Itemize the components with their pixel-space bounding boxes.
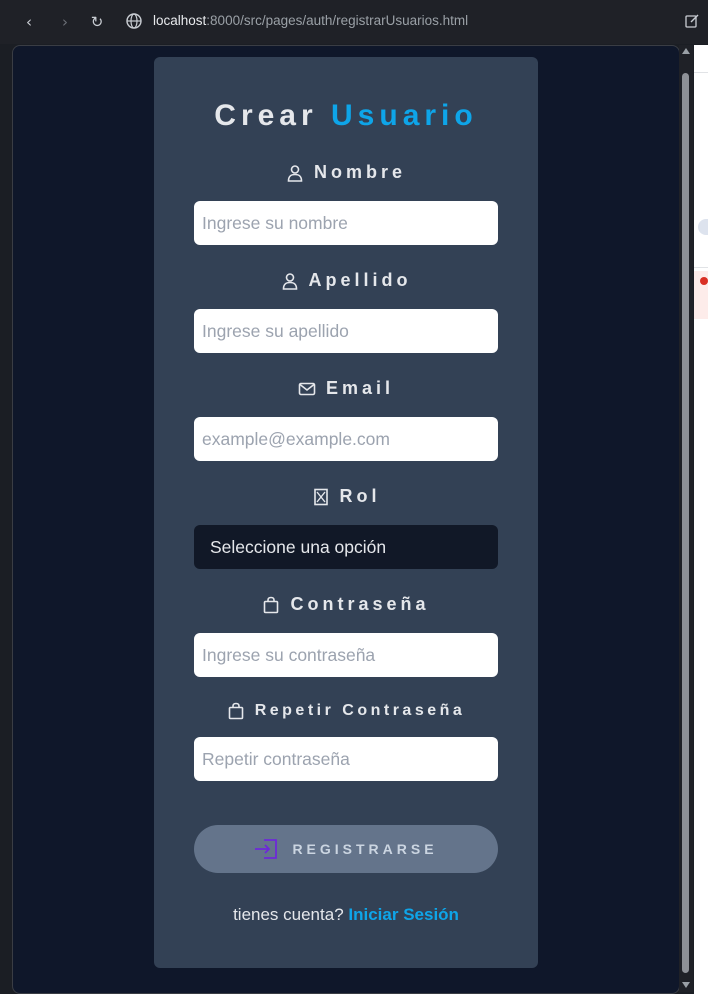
scroll-thumb[interactable] [682, 73, 689, 973]
register-button[interactable]: REGISTRARSE [194, 825, 498, 873]
envelope-icon [298, 382, 316, 395]
apellido-label: Apellido [308, 270, 412, 290]
password-repeat-label-row: Repetir Contraseña [154, 702, 538, 720]
password-repeat-label: Repetir Contraseña [254, 702, 466, 719]
rol-label-row: Rol [154, 486, 538, 507]
password-label: Contraseña [290, 594, 430, 614]
login-link[interactable]: Iniciar Sesión [348, 905, 459, 924]
globe-icon [126, 13, 142, 29]
back-icon[interactable]: ‹ [18, 11, 40, 33]
browser-toolbar: ‹ › ↻ localhost:8000/src/pages/auth/regi… [0, 0, 708, 44]
login-prompt-text: tienes cuenta? [233, 905, 344, 924]
nombre-input[interactable] [194, 201, 498, 245]
devtools-panel [694, 45, 708, 994]
nombre-label: Nombre [313, 162, 406, 182]
address-bar[interactable]: localhost:8000/src/pages/auth/registrarU… [153, 13, 468, 28]
rol-select[interactable]: Seleccione una opción [194, 525, 498, 569]
page-title: Crear Usuario [154, 99, 538, 133]
rol-label: Rol [339, 486, 381, 506]
email-label-row: Email [154, 378, 538, 399]
user-icon [282, 272, 297, 290]
apellido-input[interactable] [194, 309, 498, 353]
login-prompt: tienes cuenta? Iniciar Sesión [154, 905, 538, 925]
url-path: :8000/src/pages/auth/registrarUsuarios.h… [206, 13, 469, 28]
badge-icon [313, 488, 328, 505]
password-input[interactable] [194, 633, 498, 677]
email-input[interactable] [194, 417, 498, 461]
devtools-divider [694, 267, 708, 268]
devtools-divider [694, 72, 708, 73]
scroll-up-arrow[interactable] [682, 48, 690, 54]
bag-icon [228, 702, 244, 720]
email-label: Email [325, 378, 395, 398]
register-card: Crear Usuario Nombre Apellido [154, 57, 538, 968]
reload-icon[interactable]: ↻ [86, 11, 108, 33]
devtools-toggle-icon[interactable] [698, 219, 708, 235]
password-repeat-input[interactable] [194, 737, 498, 781]
password-label-row: Contraseña [154, 594, 538, 615]
title-main: Crear [214, 99, 318, 132]
scroll-down-arrow[interactable] [682, 982, 690, 988]
error-dot-icon [700, 277, 708, 285]
bag-icon [264, 596, 279, 613]
page-scrollbar[interactable] [679, 45, 693, 992]
page-viewport: Crear Usuario Nombre Apellido [12, 45, 680, 994]
apellido-label-row: Apellido [154, 270, 538, 291]
user-icon [287, 164, 303, 182]
url-host: localhost [153, 13, 207, 28]
login-icon [255, 839, 278, 859]
nombre-label-row: Nombre [154, 162, 538, 183]
title-accent: Usuario [331, 99, 478, 132]
register-button-label: REGISTRARSE [292, 841, 438, 857]
forward-icon[interactable]: › [54, 11, 76, 33]
edit-icon[interactable] [684, 13, 700, 29]
